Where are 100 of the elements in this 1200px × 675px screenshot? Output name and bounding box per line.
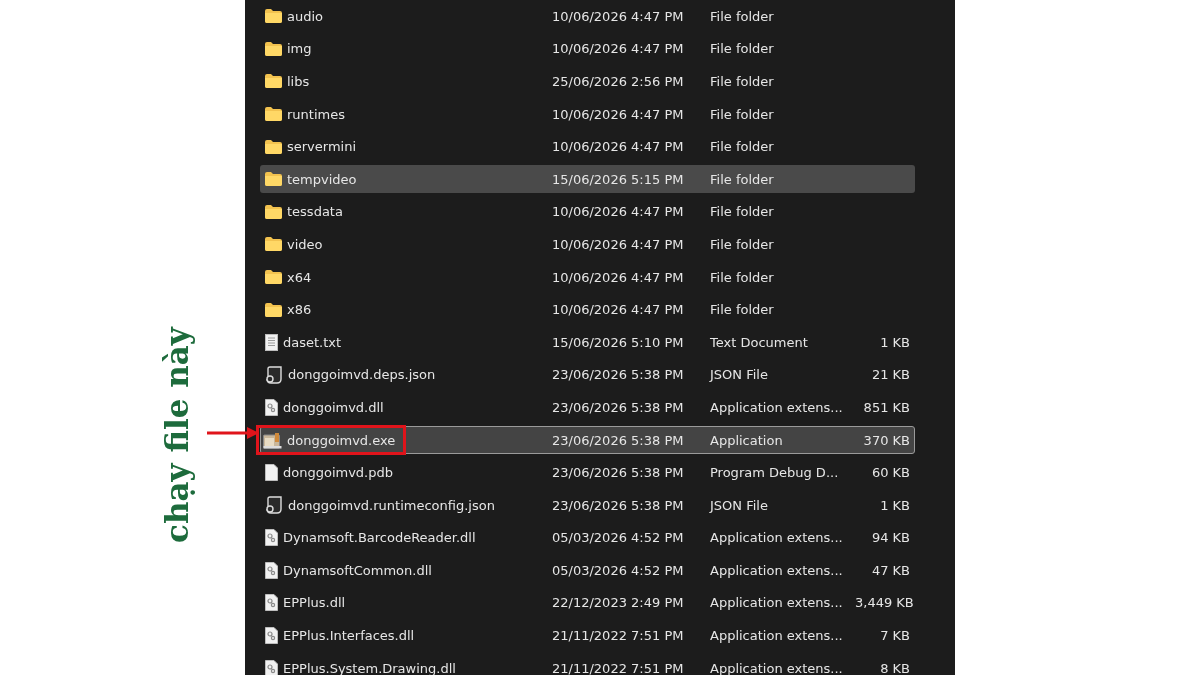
file-type: File folder xyxy=(710,106,775,122)
file-type: JSON File xyxy=(710,497,769,513)
file-name: daset.txt xyxy=(283,334,342,350)
file-type: Application extens... xyxy=(710,660,844,675)
file-type: Application extens... xyxy=(710,595,844,611)
file-row[interactable]: EPPlus.dll 22/12/2023 2:49 PM Application extens... 3,449 KB xyxy=(260,589,915,617)
file-row[interactable]: tessdata 10/06/2026 4:47 PM File folder xyxy=(260,197,915,226)
file-type: File folder xyxy=(710,41,775,57)
folder-icon xyxy=(265,74,282,89)
file-row[interactable]: EPPlus.System.Drawing.dll 21/11/2022 7:51 PM Application extens... 8 KB xyxy=(260,654,915,675)
date-modified: 23/06/2026 5:38 PM xyxy=(552,465,685,481)
file-type: File folder xyxy=(710,171,775,187)
file-name: video xyxy=(287,236,323,252)
date-modified: 10/06/2026 4:47 PM xyxy=(552,269,685,285)
file-type: File folder xyxy=(710,74,775,89)
file-row[interactable]: donggoimvd.pdb 23/06/2026 5:38 PM Program Debug D... 60 KB xyxy=(260,458,915,487)
folder-icon xyxy=(265,270,282,285)
gear-document-icon xyxy=(265,529,278,547)
file-row[interactable]: libs 25/06/2026 2:56 PM File folder xyxy=(260,67,915,96)
file-row[interactable]: DynamsoftCommon.dll 05/03/2026 4:52 PM Application extens... 47 KB xyxy=(260,556,915,585)
file-type: Application extens... xyxy=(710,628,844,644)
gear-document-icon xyxy=(265,561,278,579)
date-modified: 23/06/2026 5:38 PM xyxy=(552,497,685,513)
date-modified: 10/06/2026 4:47 PM xyxy=(552,139,685,155)
folder-icon xyxy=(265,302,282,317)
folder-icon xyxy=(265,9,282,24)
file-type: File folder xyxy=(710,302,775,318)
file-row[interactable]: donggoimvd.deps.json 23/06/2026 5:38 PM JSON File 21 KB xyxy=(260,360,915,389)
file-name: x64 xyxy=(287,269,312,285)
file-name: img xyxy=(287,41,312,57)
file-row[interactable]: video 10/06/2026 4:47 PM File folder xyxy=(260,230,915,259)
file-name: servermini xyxy=(287,139,357,155)
text-document-icon xyxy=(265,333,278,351)
file-size: 94 KB xyxy=(870,530,911,546)
file-type: Application extens... xyxy=(710,530,844,546)
folder-icon xyxy=(265,107,282,122)
file-type: Application extens... xyxy=(710,399,844,415)
file-row[interactable]: daset.txt 15/06/2026 5:10 PM Text Document 1 KB xyxy=(260,328,915,357)
file-row[interactable]: servermini 10/06/2026 4:47 PM File folder xyxy=(260,132,915,161)
file-name: EPPlus.Interfaces.dll xyxy=(283,628,415,644)
gear-document-icon xyxy=(265,398,278,416)
file-name: Dynamsoft.BarcodeReader.dll xyxy=(283,530,476,546)
file-row[interactable]: img 10/06/2026 4:47 PM File folder xyxy=(260,34,915,63)
annotation-text: chạy file này xyxy=(159,327,195,543)
file-size: 370 KB xyxy=(862,432,911,448)
file-row[interactable]: Dynamsoft.BarcodeReader.dll 05/03/2026 4:52 PM Application extens... 94 KB xyxy=(260,523,915,552)
gear-document-icon xyxy=(265,594,278,612)
file-name: tempvideo xyxy=(287,171,357,187)
file-name: donggoimvd.runtimeconfig.json xyxy=(288,497,495,513)
file-type: Program Debug D... xyxy=(710,465,840,481)
file-name: donggoimvd.pdb xyxy=(283,465,393,481)
folder-icon xyxy=(265,172,282,187)
gear-document-icon xyxy=(265,659,278,675)
file-type: Text Document xyxy=(710,334,809,350)
file-name: x86 xyxy=(287,302,312,318)
date-modified: 10/06/2026 4:47 PM xyxy=(552,302,685,318)
file-size: 1 KB xyxy=(879,334,911,350)
file-size: 60 KB xyxy=(870,465,911,481)
file-type: JSON File xyxy=(710,367,769,383)
file-row[interactable]: donggoimvd.dll 23/06/2026 5:38 PM Application extens... 851 KB xyxy=(260,393,915,422)
file-row[interactable]: tempvideo 15/06/2026 5:15 PM File folder xyxy=(260,165,915,194)
folder-icon xyxy=(265,41,282,56)
date-modified: 10/06/2026 4:47 PM xyxy=(552,106,685,122)
date-modified: 23/06/2026 5:38 PM xyxy=(552,432,685,448)
pointer-arrow xyxy=(207,427,259,439)
gear-document-icon xyxy=(265,627,278,645)
script-scroll-icon xyxy=(265,365,283,384)
file-name: donggoimvd.deps.json xyxy=(288,367,436,383)
file-name: audio xyxy=(287,8,324,24)
date-modified: 23/06/2026 5:38 PM xyxy=(552,367,685,383)
file-name: EPPlus.dll xyxy=(283,595,346,611)
date-modified: 10/06/2026 4:47 PM xyxy=(552,236,685,252)
date-modified: 10/06/2026 4:47 PM xyxy=(552,8,685,24)
file-type: Application xyxy=(710,432,784,448)
date-modified: 05/03/2026 4:52 PM xyxy=(552,530,685,546)
file-row[interactable]: EPPlus.Interfaces.dll 21/11/2022 7:51 PM Application extens... 7 KB xyxy=(260,621,915,650)
folder-icon xyxy=(265,237,282,252)
file-row[interactable]: donggoimvd.runtimeconfig.json 23/06/2026 5:38 PM JSON File 1 KB xyxy=(260,491,915,520)
date-modified: 10/06/2026 4:47 PM xyxy=(552,204,685,220)
date-modified: 15/06/2026 5:15 PM xyxy=(552,171,685,187)
file-size: 21 KB xyxy=(870,367,911,383)
file-row[interactable]: x86 10/06/2026 4:47 PM File folder xyxy=(260,295,915,324)
file-type: Application extens... xyxy=(710,562,844,578)
file-row[interactable]: x64 10/06/2026 4:47 PM File folder xyxy=(260,263,915,292)
file-type: File folder xyxy=(710,269,775,285)
file-type: File folder xyxy=(710,8,775,24)
file-name: donggoimvd.exe xyxy=(287,432,396,448)
file-row[interactable]: audio 10/06/2026 4:47 PM File folder xyxy=(260,2,915,31)
file-row[interactable]: runtimes 10/06/2026 4:47 PM File folder xyxy=(260,100,915,129)
file-name: libs xyxy=(287,74,310,89)
date-modified: 25/06/2026 2:56 PM xyxy=(552,74,685,89)
file-size: 3,449 KB xyxy=(855,595,915,611)
file-name: EPPlus.System.Drawing.dll xyxy=(283,660,456,675)
file-size: 7 KB xyxy=(879,628,911,644)
file-size: 1 KB xyxy=(879,497,911,513)
folder-icon xyxy=(265,139,282,154)
file-name: runtimes xyxy=(287,106,345,122)
date-modified: 21/11/2022 7:51 PM xyxy=(552,628,685,644)
file-type: File folder xyxy=(710,204,775,220)
date-modified: 22/12/2023 2:49 PM xyxy=(552,595,685,611)
